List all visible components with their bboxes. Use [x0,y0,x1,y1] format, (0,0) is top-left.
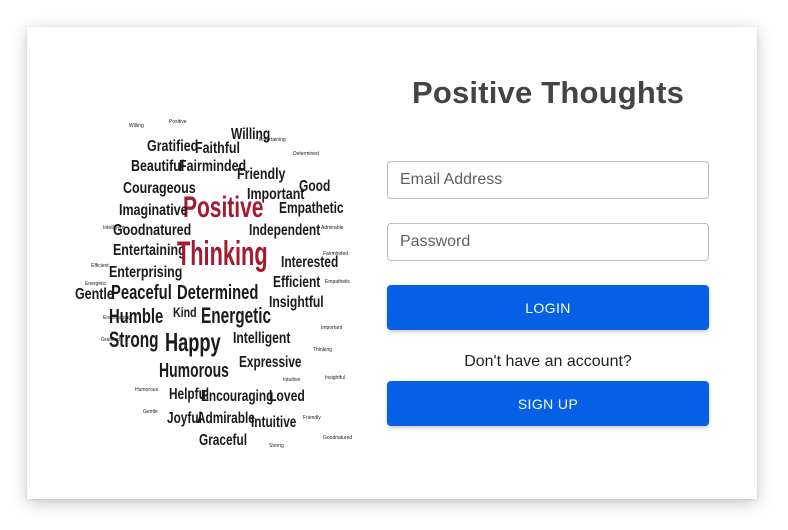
login-button[interactable]: LOGIN [387,285,709,330]
svg-text:Strong: Strong [269,443,284,449]
svg-text:Empathetic: Empathetic [325,279,351,285]
svg-text:Intuitive: Intuitive [251,412,297,430]
svg-text:Expressive: Expressive [239,352,302,370]
email-field[interactable] [387,161,709,199]
svg-text:Energetic: Energetic [85,281,107,287]
svg-text:Enterprising: Enterprising [109,264,182,282]
svg-text:Graceful: Graceful [199,430,247,448]
svg-text:Efficient: Efficient [273,272,321,290]
svg-text:Fairminded: Fairminded [323,251,348,257]
svg-text:Gratified: Gratified [101,337,120,343]
svg-text:Goodnatured: Goodnatured [323,435,352,441]
svg-text:Humorous: Humorous [159,358,229,381]
svg-text:Humorous: Humorous [135,387,159,393]
svg-text:Gratified: Gratified [147,138,198,156]
svg-text:Loved: Loved [269,387,305,405]
svg-text:Peaceful: Peaceful [111,281,172,304]
svg-text:Kind: Kind [173,305,197,321]
svg-text:Friendly: Friendly [237,166,286,184]
svg-text:Determined: Determined [177,281,258,304]
svg-text:Intuitive: Intuitive [283,377,300,383]
svg-text:Gentle: Gentle [143,409,158,415]
svg-text:Thinking: Thinking [177,235,268,273]
svg-text:Thinking: Thinking [313,347,332,353]
svg-text:Important: Important [321,325,343,331]
svg-text:Admirable: Admirable [321,225,344,231]
password-field[interactable] [387,223,709,261]
svg-text:Determined: Determined [293,151,319,157]
svg-text:Beautiful: Beautiful [131,158,184,176]
login-form: Positive Thoughts LOGIN Don't have an ac… [387,27,709,499]
signup-prompt: Don't have an account? [464,353,632,370]
svg-text:Good: Good [299,176,330,194]
svg-text:Friendly: Friendly [303,415,321,421]
svg-text:Imaginative: Imaginative [119,202,188,220]
page-title: Positive Thoughts [411,75,685,110]
svg-text:Gentle: Gentle [75,286,114,304]
svg-text:Empathetic: Empathetic [279,198,344,216]
svg-text:Willing: Willing [129,123,144,129]
svg-text:Entertaining: Entertaining [259,137,286,143]
svg-text:Insightful: Insightful [269,293,324,311]
svg-text:Efficient: Efficient [91,263,109,269]
svg-text:Admirable: Admirable [197,408,255,426]
svg-text:Energetic: Energetic [201,304,271,328]
svg-text:Insightful: Insightful [325,375,345,381]
svg-text:Entertaining: Entertaining [113,242,186,260]
svg-text:Faithful: Faithful [195,140,240,158]
login-card: Willing Gratified Faithful Beautiful Fairmin… [27,27,757,499]
svg-text:Positive: Positive [169,119,187,125]
svg-text:Encouraging: Encouraging [201,386,273,404]
word-cloud-svg: WillingGratifiedFaithfulBeautifulFairmin… [75,119,352,449]
svg-text:Fairminded: Fairminded [179,158,246,176]
signup-button[interactable]: SIGN UP [387,381,709,426]
svg-text:Happy: Happy [165,328,221,357]
head-word-cloud-image: Willing Gratified Faithful Beautiful Fairmin… [73,79,353,459]
svg-text:Encouraging: Encouraging [103,315,131,321]
svg-text:Intelligent: Intelligent [233,329,291,347]
svg-text:Intelligent: Intelligent [103,225,125,231]
